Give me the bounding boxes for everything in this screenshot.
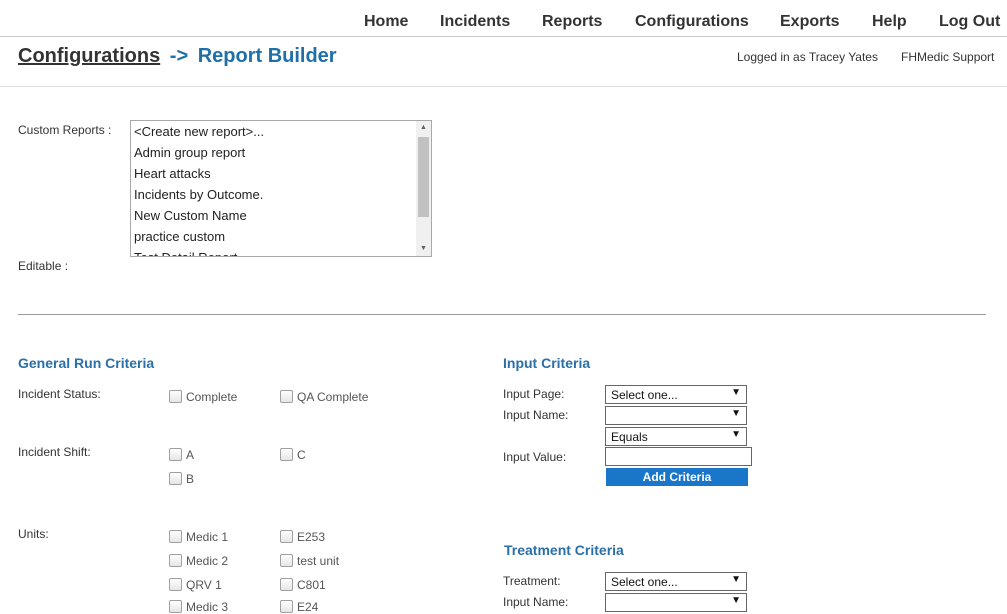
unit-label: C801 <box>297 578 326 592</box>
logged-in-user: Logged in as Tracey Yates <box>737 50 878 64</box>
treatment-criteria-title: Treatment Criteria <box>504 542 624 558</box>
dropdown-caret-icon: ▼ <box>731 429 741 440</box>
header-divider <box>0 36 1007 37</box>
scroll-down-arrow-icon[interactable]: ▼ <box>416 242 431 256</box>
treatment-label: Treatment: <box>503 574 561 588</box>
input-value-field[interactable] <box>605 447 752 466</box>
header-bottom-divider <box>0 86 1007 87</box>
nav-exports[interactable]: Exports <box>780 13 840 31</box>
unit-checkbox[interactable] <box>169 600 182 613</box>
unit-label: E253 <box>297 530 326 544</box>
input-name-select[interactable]: ▼ <box>605 406 747 425</box>
dropdown-caret-icon: ▼ <box>731 408 741 419</box>
nav-reports[interactable]: Reports <box>542 13 602 31</box>
unit-checkbox[interactable] <box>280 578 293 591</box>
unit-checkbox[interactable] <box>280 600 293 613</box>
input-page-label: Input Page: <box>503 387 565 401</box>
add-criteria-button[interactable]: Add Criteria <box>606 468 748 486</box>
report-option[interactable]: New Custom Name <box>131 205 431 226</box>
shift-c-label: C <box>297 448 306 462</box>
status-complete-label: Complete <box>186 390 238 404</box>
top-navigation: Home Incidents Reports Configurations Ex… <box>0 0 1007 37</box>
input-value-label: Input Value: <box>503 450 567 464</box>
unit-checkbox[interactable] <box>169 554 182 567</box>
unit-label: E24 <box>297 600 319 614</box>
nav-help[interactable]: Help <box>872 13 907 31</box>
unit-label: Medic 3 <box>186 600 229 614</box>
operator-value: Equals <box>611 430 648 444</box>
shift-a-label: A <box>186 448 195 462</box>
custom-reports-label: Custom Reports : <box>18 123 112 137</box>
nav-home[interactable]: Home <box>364 13 408 31</box>
incident-shift-label: Incident Shift: <box>18 445 91 459</box>
breadcrumb-arrow: -> <box>169 45 189 67</box>
unit-label: test unit <box>297 554 340 568</box>
nav-log-out[interactable]: Log Out <box>939 13 1000 31</box>
custom-reports-listbox[interactable]: <Create new report>... Admin group repor… <box>130 120 432 257</box>
report-option[interactable]: <Create new report>... <box>131 121 431 142</box>
operator-select[interactable]: Equals ▼ <box>605 427 747 446</box>
incident-status-label: Incident Status: <box>18 387 101 401</box>
scrollbar-thumb[interactable] <box>418 137 429 217</box>
dropdown-caret-icon: ▼ <box>731 387 741 398</box>
treatment-select[interactable]: Select one... ▼ <box>605 572 747 591</box>
shift-b-label: B <box>186 472 195 486</box>
shift-a-checkbox[interactable] <box>169 448 182 461</box>
unit-label: Medic 1 <box>186 530 229 544</box>
organization-name: FHMedic Support <box>901 50 995 64</box>
shift-b-checkbox[interactable] <box>169 472 182 485</box>
units-label: Units: <box>18 527 49 541</box>
report-option[interactable]: Heart attacks <box>131 163 431 184</box>
treatment-value: Select one... <box>611 575 678 589</box>
unit-label: Medic 2 <box>186 554 229 568</box>
status-qa-complete-label: QA Complete <box>297 390 369 404</box>
unit-checkbox[interactable] <box>169 578 182 591</box>
treatment-input-name-select[interactable]: ▼ <box>605 593 747 612</box>
listbox-scrollbar[interactable]: ▲ ▼ <box>416 121 431 256</box>
nav-configurations[interactable]: Configurations <box>635 13 749 31</box>
report-option[interactable]: Test Detail Report <box>131 247 431 256</box>
input-page-value: Select one... <box>611 388 678 402</box>
report-option[interactable]: Admin group report <box>131 142 431 163</box>
editable-label: Editable : <box>18 259 69 273</box>
dropdown-caret-icon: ▼ <box>731 595 741 606</box>
unit-checkbox[interactable] <box>280 530 293 543</box>
scroll-up-arrow-icon[interactable]: ▲ <box>416 121 431 135</box>
nav-incidents[interactable]: Incidents <box>440 13 510 31</box>
report-option[interactable]: practice custom <box>131 226 431 247</box>
input-page-select[interactable]: Select one... ▼ <box>605 385 747 404</box>
report-option[interactable]: Incidents by Outcome. <box>131 184 431 205</box>
status-complete-checkbox[interactable] <box>169 390 182 403</box>
breadcrumb-configurations[interactable]: Configurations <box>18 45 160 67</box>
unit-checkbox[interactable] <box>280 554 293 567</box>
input-criteria-title: Input Criteria <box>503 355 591 371</box>
status-qa-complete-checkbox[interactable] <box>280 390 293 403</box>
section-divider <box>18 314 986 315</box>
unit-label: QRV 1 <box>186 578 222 592</box>
page-title-text: Report Builder <box>197 45 337 67</box>
dropdown-caret-icon: ▼ <box>731 574 741 585</box>
input-name-label: Input Name: <box>503 408 569 422</box>
general-run-criteria-title: General Run Criteria <box>18 355 155 371</box>
page-title: Configurations -> Report Builder <box>18 45 337 68</box>
shift-c-checkbox[interactable] <box>280 448 293 461</box>
unit-checkbox[interactable] <box>169 530 182 543</box>
treatment-input-name-label: Input Name: <box>503 595 569 609</box>
